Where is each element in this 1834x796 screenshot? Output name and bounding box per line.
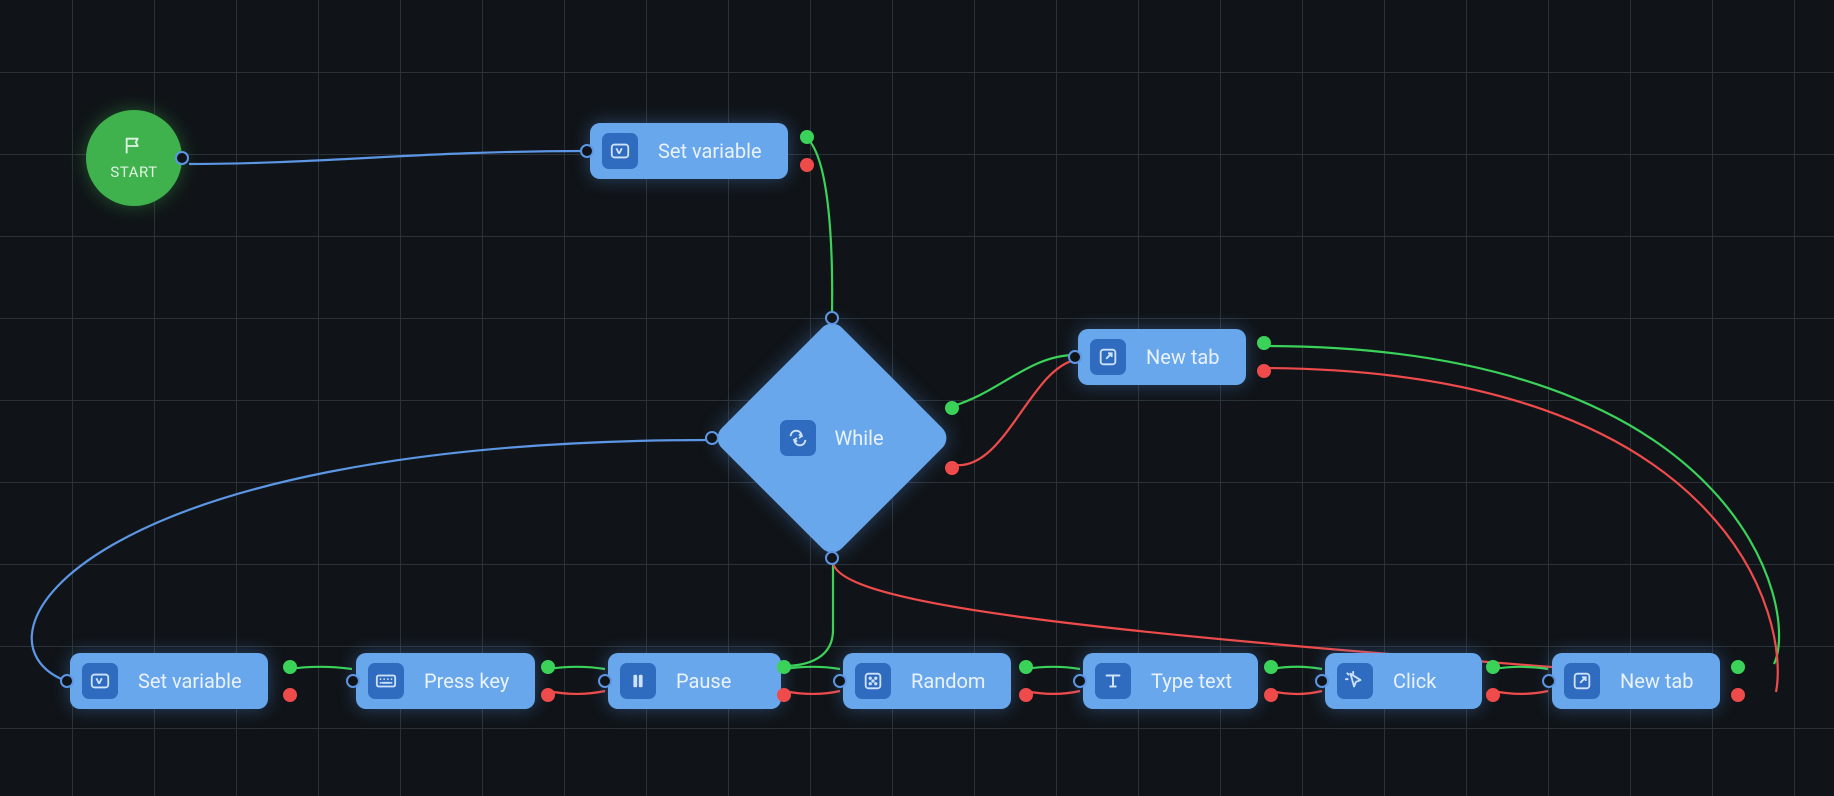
port-out-success[interactable] (283, 660, 297, 674)
port-in[interactable] (580, 144, 594, 158)
port-in[interactable] (1073, 674, 1087, 688)
node-label: Random (911, 669, 985, 693)
dice-icon (855, 663, 891, 699)
port-out-success[interactable] (1486, 660, 1500, 674)
port-out-fail[interactable] (800, 158, 814, 172)
variable-icon (602, 133, 638, 169)
port-out-fail[interactable] (1264, 688, 1278, 702)
flag-icon (123, 135, 145, 157)
port-out-bottom[interactable] (825, 551, 839, 565)
port-out-fail[interactable] (1257, 364, 1271, 378)
port-in[interactable] (346, 674, 360, 688)
node-label: New tab (1146, 345, 1220, 369)
port-in[interactable] (1315, 674, 1329, 688)
node-random[interactable]: Random (843, 653, 1011, 709)
node-label: Pause (676, 669, 731, 693)
port-out-success[interactable] (1264, 660, 1278, 674)
port-out-fail[interactable] (1019, 688, 1033, 702)
port-out-fail[interactable] (1731, 688, 1745, 702)
port-in[interactable] (833, 674, 847, 688)
node-label: Click (1393, 669, 1436, 693)
port-out-fail[interactable] (1486, 688, 1500, 702)
node-type-text[interactable]: Type text (1083, 653, 1258, 709)
port-out-success[interactable] (945, 401, 959, 415)
port-out-fail[interactable] (283, 688, 297, 702)
keyboard-icon (368, 663, 404, 699)
loop-icon (780, 420, 816, 456)
node-label: Set variable (658, 139, 762, 163)
external-icon (1090, 339, 1126, 375)
port-out-success[interactable] (1731, 660, 1745, 674)
node-set-variable[interactable]: Set variable (70, 653, 268, 709)
port-out[interactable] (175, 151, 189, 165)
external-icon (1564, 663, 1600, 699)
port-in[interactable] (1542, 674, 1556, 688)
node-new-tab[interactable]: New tab (1552, 653, 1720, 709)
port-out-success[interactable] (777, 660, 791, 674)
start-label: START (110, 163, 157, 181)
node-label: Press key (424, 669, 509, 693)
port-out-success[interactable] (1019, 660, 1033, 674)
port-out-success[interactable] (541, 660, 555, 674)
node-click[interactable]: Click (1325, 653, 1482, 709)
node-while[interactable]: While (712, 318, 952, 558)
node-label: Type text (1151, 669, 1232, 693)
port-out-fail[interactable] (541, 688, 555, 702)
port-in[interactable] (598, 674, 612, 688)
node-press-key[interactable]: Press key (356, 653, 535, 709)
node-set-variable[interactable]: Set variable (590, 123, 788, 179)
node-pause[interactable]: Pause (608, 653, 781, 709)
node-label: While (834, 426, 883, 450)
port-out-fail[interactable] (945, 461, 959, 475)
node-label: Set variable (138, 669, 242, 693)
port-in-top[interactable] (825, 311, 839, 325)
port-in[interactable] (60, 674, 74, 688)
start-node[interactable]: START (86, 110, 182, 206)
port-out-success[interactable] (800, 130, 814, 144)
port-out-fail[interactable] (777, 688, 791, 702)
node-label: New tab (1620, 669, 1694, 693)
type-icon (1095, 663, 1131, 699)
cursor-click-icon (1337, 663, 1373, 699)
pause-icon (620, 663, 656, 699)
variable-icon (82, 663, 118, 699)
port-in[interactable] (1068, 350, 1082, 364)
node-new-tab[interactable]: New tab (1078, 329, 1246, 385)
port-in-left[interactable] (705, 431, 719, 445)
port-out-success[interactable] (1257, 336, 1271, 350)
